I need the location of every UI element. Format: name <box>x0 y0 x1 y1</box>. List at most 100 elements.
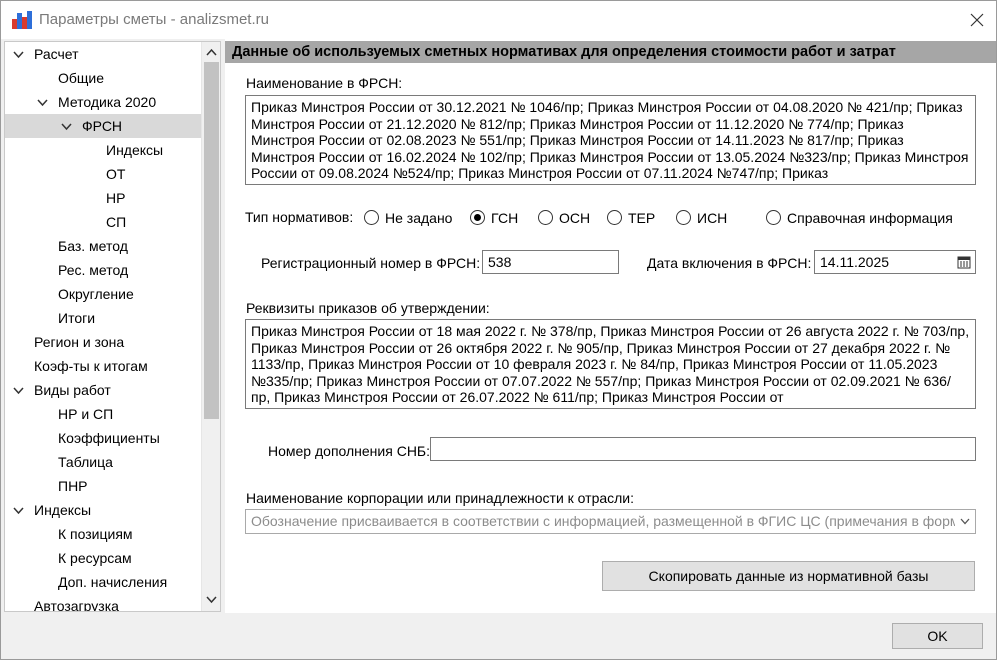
chevron-up-icon <box>206 48 217 56</box>
reg-number-label: Регистрационный номер в ФРСН: <box>261 255 481 271</box>
radio-label: Справочная информация <box>787 210 953 226</box>
calendar-icon[interactable] <box>957 255 971 269</box>
tree-item-label: Общие <box>58 70 105 86</box>
tree-item-label: ФРСН <box>82 118 123 134</box>
close-icon <box>970 13 984 27</box>
snb-input[interactable] <box>430 437 976 461</box>
tree-item-label: Регион и зона <box>34 334 125 350</box>
radio-circle[interactable] <box>364 210 379 225</box>
corp-label: Наименование корпорации или принадлежнос… <box>246 490 635 506</box>
tree-item[interactable]: ПНР <box>5 474 201 498</box>
scroll-thumb[interactable] <box>204 62 219 419</box>
radio-circle[interactable] <box>766 210 781 225</box>
tree-item[interactable]: ФРСН <box>5 114 201 138</box>
norm-type-label: Тип нормативов: <box>245 209 354 225</box>
orders-label: Реквизиты приказов об утверждении: <box>246 300 490 316</box>
scroll-up-button[interactable] <box>202 44 220 62</box>
frsn-name-textarea[interactable]: Приказ Минстроя России от 30.12.2021 № 1… <box>245 95 976 185</box>
chevron-down-icon[interactable] <box>13 49 24 60</box>
tree-item-label: К позициям <box>58 526 133 542</box>
tree-item[interactable]: Виды работ <box>5 378 201 402</box>
tree-item[interactable]: НР и СП <box>5 402 201 426</box>
tree-item-label: ПНР <box>58 478 88 494</box>
tree-item-label: Коэф-ты к итогам <box>34 358 148 374</box>
radio-label: ГСН <box>491 210 519 226</box>
tree-item[interactable]: Итоги <box>5 306 201 330</box>
frsn-panel: Данные об используемых сметных норматива… <box>225 39 996 613</box>
radio-circle[interactable] <box>607 210 622 225</box>
date-value: 14.11.2025 <box>820 254 890 270</box>
tree-item-label: НР <box>106 190 126 206</box>
tree-item[interactable]: Автозагрузка <box>5 594 201 612</box>
chevron-down-icon <box>206 596 217 604</box>
dialog-window: Параметры сметы - analizsmet.ru Расчет Об… <box>0 0 997 660</box>
radio-circle[interactable] <box>470 210 485 225</box>
tree-item[interactable]: Методика 2020 <box>5 90 201 114</box>
tree-item-label: Округление <box>58 286 134 302</box>
radio-circle[interactable] <box>676 210 691 225</box>
close-button[interactable] <box>963 7 991 33</box>
tree-item[interactable]: Индексы <box>5 498 201 522</box>
tree-item-label: Баз. метод <box>58 238 128 254</box>
tree-item[interactable]: К ресурсам <box>5 546 201 570</box>
tree-item-label: К ресурсам <box>58 550 132 566</box>
tree-item[interactable]: Коэффициенты <box>5 426 201 450</box>
tree-item-label: Расчет <box>34 46 79 62</box>
tree-item[interactable]: Общие <box>5 66 201 90</box>
tree-item-label: Виды работ <box>34 382 111 398</box>
title-bar: Параметры сметы - analizsmet.ru <box>1 1 996 39</box>
tree-item-label: Рес. метод <box>58 262 129 278</box>
frsn-name-label: Наименование в ФРСН: <box>246 75 403 91</box>
radio-circle[interactable] <box>538 210 553 225</box>
scroll-down-button[interactable] <box>202 591 220 609</box>
chevron-down-icon[interactable] <box>13 385 24 396</box>
orders-textarea[interactable]: Приказ Минстроя России от 18 мая 2022 г.… <box>245 319 976 409</box>
tree-item[interactable]: Округление <box>5 282 201 306</box>
window-title: Параметры сметы - analizsmet.ru <box>39 11 269 28</box>
tree-item[interactable]: Коэф-ты к итогам <box>5 354 201 378</box>
tree-item[interactable]: Индексы <box>5 138 201 162</box>
ok-button[interactable]: OK <box>892 623 983 649</box>
radio-label: Не задано <box>385 210 453 226</box>
tree-item[interactable]: Регион и зона <box>5 330 201 354</box>
tree-item[interactable]: К позициям <box>5 522 201 546</box>
radio-label: ИСН <box>697 210 728 226</box>
chevron-down-icon[interactable] <box>37 97 48 108</box>
tree-item[interactable]: Доп. начисления <box>5 570 201 594</box>
tree-item-label: Доп. начисления <box>58 574 168 590</box>
chevron-down-icon[interactable] <box>13 505 24 516</box>
radio-label: ТЕР <box>628 210 656 226</box>
tree-item[interactable]: Таблица <box>5 450 201 474</box>
copy-from-base-button[interactable]: Скопировать данные из нормативной базы <box>602 561 975 591</box>
panel-header: Данные об используемых сметных норматива… <box>225 41 996 63</box>
snb-label: Номер дополнения СНБ: <box>268 443 431 459</box>
tree-item[interactable]: Рес. метод <box>5 258 201 282</box>
tree-scrollbar[interactable] <box>201 42 220 611</box>
tree-item-label: СП <box>106 214 127 230</box>
combo-dropdown-button[interactable] <box>955 510 975 533</box>
tree-item-label: НР и СП <box>58 406 114 422</box>
date-label: Дата включения в ФРСН: <box>647 255 812 271</box>
reg-number-input[interactable]: 538 <box>482 250 619 274</box>
tree-item-label: Автозагрузка <box>34 598 119 612</box>
chevron-down-icon[interactable] <box>61 121 72 132</box>
tree-item[interactable]: Расчет <box>5 42 201 66</box>
date-input[interactable]: 14.11.2025 <box>814 250 976 274</box>
tree-item-label: Индексы <box>106 142 164 158</box>
corp-combobox[interactable]: Обозначение присваивается в соответствии… <box>245 509 976 534</box>
tree-item-label: Коэффициенты <box>58 430 160 446</box>
tree-item[interactable]: ОТ <box>5 162 201 186</box>
tree-item-label: Таблица <box>58 454 113 470</box>
tree-item-label: Методика 2020 <box>58 94 157 110</box>
tree-item[interactable]: НР <box>5 186 201 210</box>
corp-placeholder: Обозначение присваивается в соответствии… <box>251 513 968 529</box>
chevron-down-icon <box>960 518 970 525</box>
radio-label: ОСН <box>559 210 591 226</box>
settings-tree[interactable]: Расчет Общие Методика 2020 ФРСН Индексы ОТ НР С… <box>4 41 221 612</box>
app-icon <box>12 11 32 29</box>
tree-item[interactable]: СП <box>5 210 201 234</box>
tree-item-label: Индексы <box>34 502 92 518</box>
tree-item[interactable]: Баз. метод <box>5 234 201 258</box>
tree-item-label: ОТ <box>106 166 126 182</box>
tree-item-label: Итоги <box>58 310 96 326</box>
